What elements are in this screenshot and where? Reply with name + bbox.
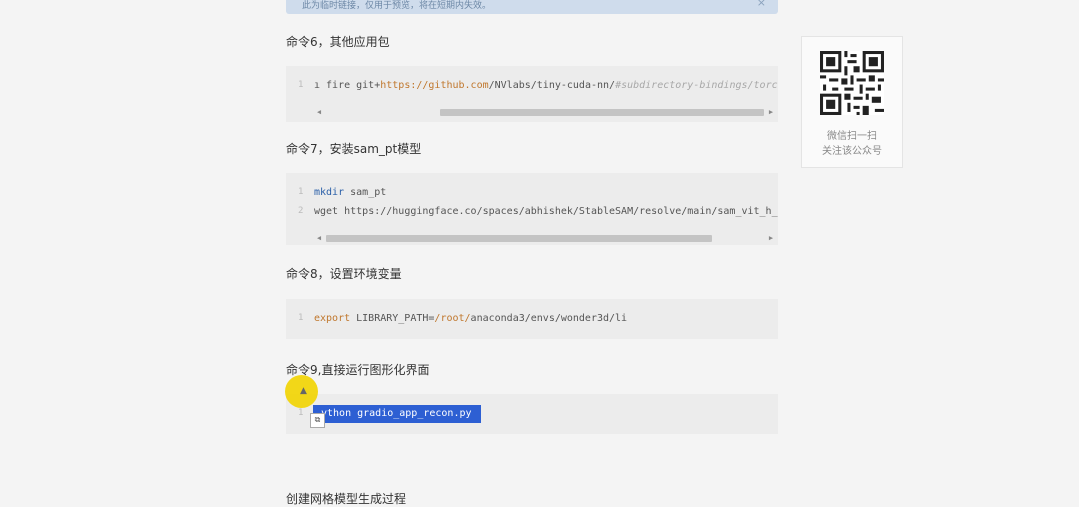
line-content: mkdir sam_pt [314, 187, 387, 198]
mouse-pointer-icon: ▲ [300, 386, 307, 396]
code-block-cmd8[interactable]: 1 export LIBRARY_PATH=/root/anaconda3/en… [286, 299, 778, 339]
section-heading-cmd7: 命令7，安装sam_pt模型 [286, 142, 422, 156]
close-icon[interactable]: × [757, 0, 766, 9]
line-content: wget https://huggingface.co/spaces/abhis… [314, 206, 778, 217]
code-block-cmd7[interactable]: 1 mkdir sam_pt 2 wget https://huggingfac… [286, 173, 778, 245]
line-content: ı fire git+https://github.com/NVlabs/tin… [314, 80, 778, 91]
notice-banner: 此为临时链接，仅用于预览，将在短期内失效。 × [286, 0, 778, 14]
code-block-cmd6[interactable]: 1 ı fire git+https://github.com/NVlabs/t… [286, 66, 778, 122]
section-heading-cmd8: 命令8，设置环境变量 [286, 267, 402, 281]
selected-code-text[interactable]: ython gradio_app_recon.py [313, 405, 481, 423]
section-heading-cmd6: 命令6，其他应用包 [286, 35, 390, 49]
line-number: 1 [298, 187, 304, 197]
qr-caption-line2: 关注该公众号 [822, 146, 882, 157]
section-heading-next: 创建网格模型生成过程 [286, 492, 407, 506]
notice-text: 此为临时链接，仅用于预览，将在短期内失效。 [302, 1, 492, 11]
scroll-left-icon[interactable]: ◀ [314, 106, 324, 118]
scrollbar-thumb[interactable] [326, 235, 712, 242]
copy-icon[interactable]: ⧉ [310, 413, 325, 428]
scroll-right-icon[interactable]: ▶ [766, 106, 776, 118]
wechat-qr-card: 微信扫一扫 关注该公众号 [801, 36, 903, 168]
scrollbar-thumb[interactable] [440, 109, 764, 116]
horizontal-scrollbar[interactable]: ◀ ▶ [314, 232, 776, 244]
line-number: 1 [298, 408, 304, 418]
scroll-left-icon[interactable]: ◀ [314, 232, 324, 244]
qr-caption-line1: 微信扫一扫 [827, 131, 877, 142]
qr-code-icon [820, 51, 884, 115]
scroll-right-icon[interactable]: ▶ [766, 232, 776, 244]
line-number: 1 [298, 80, 304, 90]
line-content: export LIBRARY_PATH=/root/anaconda3/envs… [314, 313, 628, 324]
line-number: 2 [298, 206, 304, 216]
line-number: 1 [298, 313, 304, 323]
horizontal-scrollbar[interactable]: ◀ ▶ [314, 106, 776, 118]
